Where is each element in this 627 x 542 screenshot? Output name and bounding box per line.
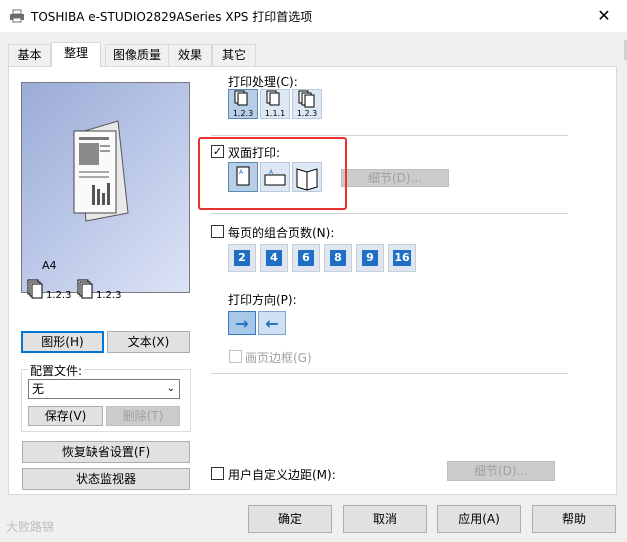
pages-16-label: 16 bbox=[393, 250, 411, 266]
orientation-options: → ← bbox=[228, 311, 286, 335]
custom-margin-details-button[interactable]: 细节(D)... bbox=[447, 461, 555, 481]
window-title: TOSHIBA e-STUDIO2829ASeries XPS 打印首选项 bbox=[31, 10, 313, 24]
tab-other[interactable]: 其它 bbox=[212, 44, 256, 66]
left-to-right-button[interactable]: → bbox=[228, 311, 256, 335]
cancel-button[interactable]: 取消 bbox=[343, 505, 427, 533]
sort-label-2: 1.2.3 bbox=[96, 290, 122, 301]
sort-option-button[interactable]: 1.2.3 bbox=[228, 89, 258, 119]
pages-per-sheet-label: 每页的组合页数(N): bbox=[228, 226, 335, 240]
draw-border-label: 画页边框(G) bbox=[245, 351, 312, 365]
graphic-view-button[interactable]: 图形(H) bbox=[21, 331, 104, 353]
pages-4-button[interactable]: 4 bbox=[260, 244, 288, 272]
sort-option-label: 1.2.3 bbox=[232, 109, 254, 118]
paper-size-label: A4 bbox=[42, 259, 57, 272]
print-handling-label: 打印处理(C): bbox=[228, 75, 298, 89]
restore-defaults-button[interactable]: 恢复缺省设置(F) bbox=[22, 441, 190, 463]
help-button[interactable]: 帮助 bbox=[532, 505, 616, 533]
arrow-left-icon: ← bbox=[265, 313, 279, 333]
rotate-sort-option-button[interactable]: 1.2.3 bbox=[292, 89, 322, 119]
ok-button[interactable]: 确定 bbox=[248, 505, 332, 533]
pages-per-sheet-options: 2 4 6 8 9 16 bbox=[228, 244, 416, 272]
document-preview-icon bbox=[73, 120, 129, 222]
pages-9-label: 9 bbox=[362, 250, 378, 266]
text-view-button[interactable]: 文本(X) bbox=[107, 331, 190, 353]
pages-4-label: 4 bbox=[266, 250, 282, 266]
sort-icon bbox=[234, 90, 248, 106]
tab-image-quality[interactable]: 图像质量 bbox=[105, 44, 169, 66]
group-option-label: 1.1.1 bbox=[264, 109, 286, 118]
tab-finishing[interactable]: 整理 bbox=[51, 42, 101, 67]
pages-16-button[interactable]: 16 bbox=[388, 244, 416, 272]
profile-group-label: 配置文件: bbox=[28, 362, 85, 379]
profile-group: 配置文件: 无 ⌄ 保存(V) 删除(T) bbox=[21, 362, 191, 432]
rotate-sort-option-label: 1.2.3 bbox=[296, 109, 318, 118]
pages-2-button[interactable]: 2 bbox=[228, 244, 256, 272]
pages-6-button[interactable]: 6 bbox=[292, 244, 320, 272]
apply-button[interactable]: 应用(A) bbox=[437, 505, 521, 533]
pages-6-label: 6 bbox=[298, 250, 314, 266]
custom-margin-label: 用户自定义边距(M): bbox=[228, 468, 336, 482]
duplex-highlight-box bbox=[198, 137, 347, 210]
custom-margin-checkbox[interactable] bbox=[211, 467, 224, 480]
profile-select[interactable]: 无 ⌄ bbox=[28, 379, 180, 399]
rotate-sort-icon bbox=[298, 90, 315, 108]
right-to-left-button[interactable]: ← bbox=[258, 311, 286, 335]
printer-icon bbox=[10, 9, 24, 23]
tab-basic[interactable]: 基本 bbox=[8, 44, 51, 66]
arrow-right-icon: → bbox=[235, 313, 249, 333]
orientation-label: 打印方向(P): bbox=[228, 293, 297, 307]
chevron-down-icon: ⌄ bbox=[166, 383, 175, 394]
settings-panel: A4 1.2.3 1.2.3 图形(H) 文本(X) 配置文件: 无 ⌄ 保存(… bbox=[8, 66, 617, 495]
duplex-details-button[interactable]: 细节(D)... bbox=[341, 169, 449, 187]
close-button[interactable]: ✕ bbox=[581, 0, 627, 32]
pages-2-label: 2 bbox=[234, 250, 250, 266]
watermark: 大败路锦 bbox=[6, 520, 55, 534]
profile-selected-value: 无 bbox=[32, 382, 45, 396]
save-profile-button[interactable]: 保存(V) bbox=[28, 406, 103, 426]
group-option-button[interactable]: 1.1.1 bbox=[260, 89, 290, 119]
pages-9-button[interactable]: 9 bbox=[356, 244, 384, 272]
group-icon bbox=[266, 90, 280, 106]
print-handling-options: 1.2.3 1.1.1 1.2.3 bbox=[228, 89, 322, 119]
draw-border-checkbox[interactable] bbox=[229, 350, 242, 363]
pages-8-button[interactable]: 8 bbox=[324, 244, 352, 272]
pages-8-label: 8 bbox=[330, 250, 346, 266]
tab-effect[interactable]: 效果 bbox=[168, 44, 212, 66]
print-preview: A4 1.2.3 1.2.3 bbox=[21, 82, 190, 301]
sort-label-1: 1.2.3 bbox=[46, 290, 72, 301]
title-bar: TOSHIBA e-STUDIO2829ASeries XPS 打印首选项 ✕ bbox=[0, 0, 627, 32]
delete-profile-button[interactable]: 删除(T) bbox=[106, 406, 180, 426]
status-monitor-button[interactable]: 状态监视器 bbox=[22, 468, 190, 490]
pages-per-sheet-checkbox[interactable] bbox=[211, 225, 224, 238]
